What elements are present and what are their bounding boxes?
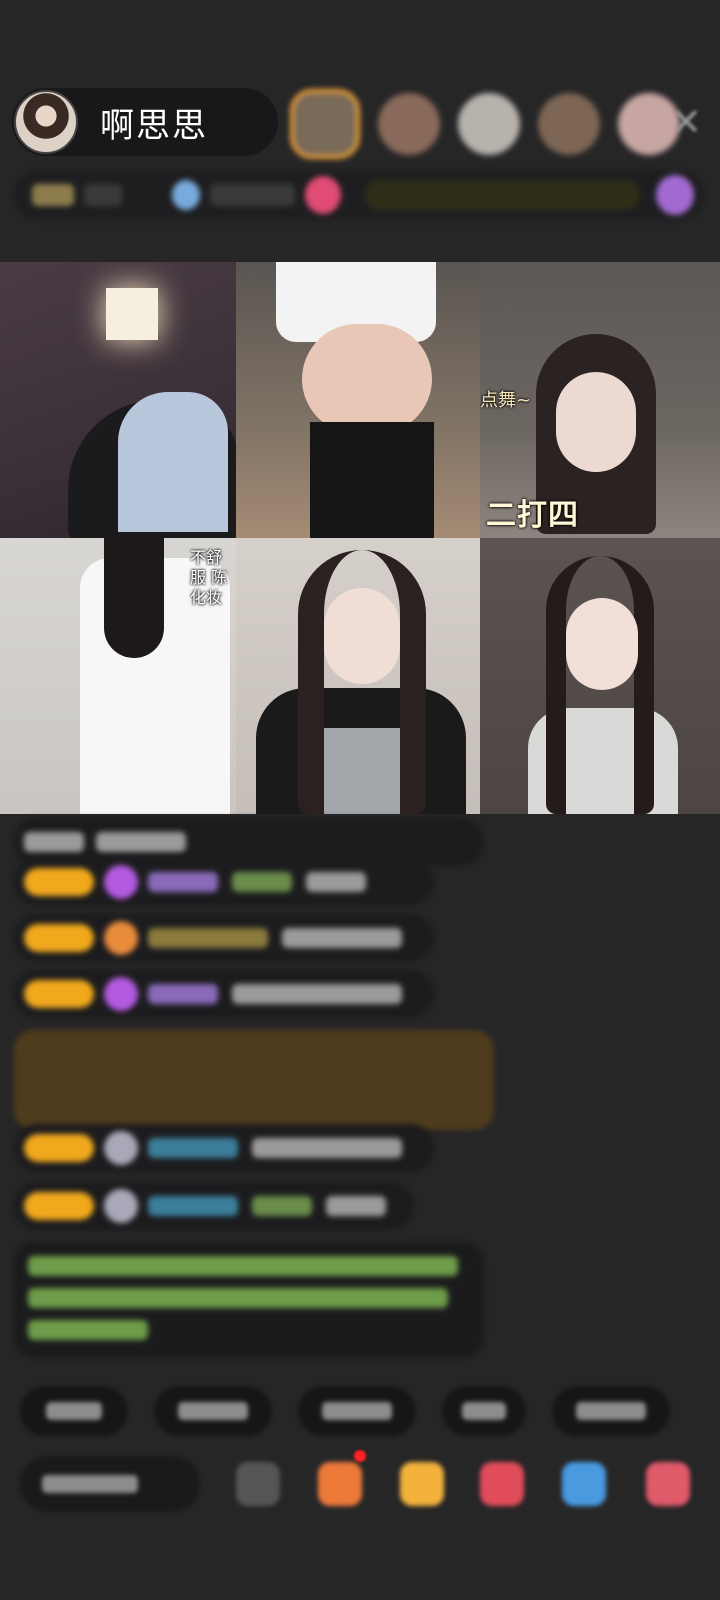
chat-message xyxy=(14,1182,414,1230)
level-badge xyxy=(24,1192,94,1220)
video-tile-6[interactable] xyxy=(480,538,720,814)
chat-message xyxy=(14,1124,434,1172)
video-tile-3[interactable]: 点舞~ 二打四 xyxy=(480,262,720,538)
level-badge xyxy=(24,924,94,952)
performer-hair xyxy=(104,538,164,658)
video-tile-4[interactable]: 不舒服 陈化妆 xyxy=(0,538,236,814)
chat-text xyxy=(326,1196,386,1216)
quick-reply-chip[interactable] xyxy=(154,1386,272,1436)
lamp-light xyxy=(106,288,158,340)
quick-reply-chip[interactable] xyxy=(442,1386,526,1436)
hot-icon xyxy=(171,180,201,210)
top-viewers-list xyxy=(290,88,698,160)
interaction-icon[interactable] xyxy=(318,1462,362,1506)
chat-text xyxy=(24,832,84,852)
more-tools-icon[interactable] xyxy=(646,1462,690,1506)
chat-message xyxy=(14,914,434,962)
notice-line xyxy=(28,1288,448,1308)
rank-badge xyxy=(32,184,74,206)
fan-badge-icon xyxy=(104,921,138,955)
performer-torso xyxy=(302,324,432,434)
viewer-avatar[interactable] xyxy=(538,93,600,155)
viewer-avatar[interactable] xyxy=(290,89,360,159)
diamond-icon xyxy=(104,865,138,899)
level-badge xyxy=(24,1134,94,1162)
viewer-avatar[interactable] xyxy=(458,93,520,155)
chat-text xyxy=(306,872,366,892)
more-icon[interactable] xyxy=(656,175,694,215)
viewer-avatar[interactable] xyxy=(378,93,440,155)
quick-reply-chip[interactable] xyxy=(298,1386,416,1436)
close-icon[interactable]: ✕ xyxy=(668,103,704,141)
chat-text xyxy=(252,1138,402,1158)
notification-dot xyxy=(354,1450,366,1462)
chat-username[interactable] xyxy=(252,1196,312,1216)
pk-mode-label: 二打四 xyxy=(486,498,579,533)
level-badge xyxy=(24,868,94,896)
host-avatar[interactable] xyxy=(14,90,78,154)
video-tile-2[interactable] xyxy=(236,262,480,538)
chat-username[interactable] xyxy=(148,872,218,892)
chat-input[interactable] xyxy=(20,1456,200,1512)
gift-icon[interactable] xyxy=(480,1462,524,1506)
quick-reply-chip[interactable] xyxy=(552,1386,670,1436)
notice-line xyxy=(28,1256,458,1276)
chat-message xyxy=(14,858,434,906)
level-badge xyxy=(24,980,94,1008)
quick-reply-row xyxy=(20,1386,696,1436)
performer-pants xyxy=(310,422,434,538)
gift-message xyxy=(14,1030,494,1130)
chat-text xyxy=(232,984,402,1004)
quick-reply-chip[interactable] xyxy=(20,1386,128,1436)
hot-text xyxy=(210,184,296,206)
chat-text xyxy=(282,928,402,948)
system-notice xyxy=(14,1242,484,1358)
host-name: 啊思思 xyxy=(100,105,208,146)
dance-request-label: 点舞~ xyxy=(480,390,532,411)
fan-club-icon[interactable] xyxy=(400,1462,444,1506)
tile-status-label: 不舒服 陈化妆 xyxy=(190,548,228,607)
chat-username[interactable] xyxy=(232,872,292,892)
video-tile-1[interactable] xyxy=(0,262,236,538)
chat-text xyxy=(96,832,186,852)
host-pill[interactable]: 啊思思 xyxy=(12,88,278,156)
chat-message xyxy=(14,970,434,1018)
performer-face xyxy=(556,372,636,472)
performer-face xyxy=(566,598,638,690)
fan-club-icon[interactable] xyxy=(305,176,342,214)
chat-username[interactable] xyxy=(148,984,218,1004)
chat-username[interactable] xyxy=(148,1196,238,1216)
rank-text xyxy=(83,184,122,206)
video-tile-5[interactable] xyxy=(236,538,480,814)
room-info-bar[interactable] xyxy=(14,170,704,220)
diamond-icon xyxy=(104,977,138,1011)
chat-username[interactable] xyxy=(148,928,268,948)
performer-face xyxy=(324,588,400,684)
share-icon[interactable] xyxy=(562,1462,606,1506)
chat-username[interactable] xyxy=(148,1138,238,1158)
announcement-marquee[interactable] xyxy=(365,180,641,210)
emoji-icon[interactable] xyxy=(236,1462,280,1506)
avatar-icon xyxy=(104,1189,138,1223)
multi-guest-video-grid: 点舞~ 二打四 不舒服 陈化妆 xyxy=(0,262,720,814)
bottom-toolbar xyxy=(20,1450,720,1516)
avatar-icon xyxy=(104,1131,138,1165)
notice-line xyxy=(28,1320,148,1340)
performer-top xyxy=(118,392,228,532)
